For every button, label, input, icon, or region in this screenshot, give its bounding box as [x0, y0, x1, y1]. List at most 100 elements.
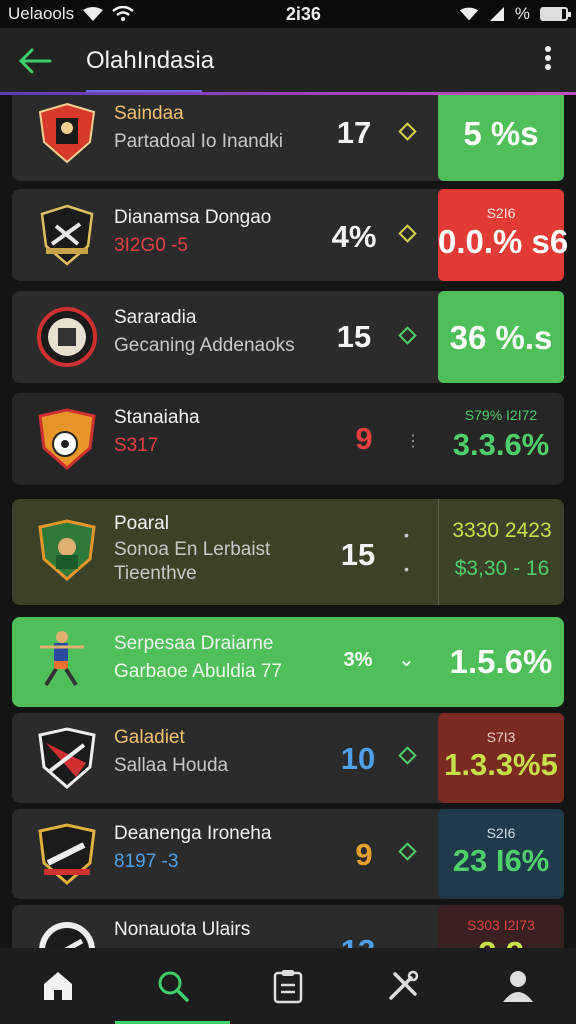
nav-search[interactable] — [115, 948, 231, 1024]
team-crest-icon — [40, 204, 94, 266]
team-crest-icon — [38, 408, 96, 470]
more-vert-icon — [545, 45, 551, 70]
team-name: Nonauota Ulairs — [114, 919, 251, 940]
list-item[interactable]: Stanaiaha S317 9 ⋮ S79% I2I72 3.3.6% — [12, 393, 564, 485]
team-name: Sararadia — [114, 307, 197, 328]
team-crest-icon — [38, 727, 96, 789]
back-button[interactable] — [0, 28, 70, 94]
match-list[interactable]: Saindaa Partadoal Io Inandki 17 5 %s Dia… — [0, 95, 576, 948]
team-subtitle: Sonoa En Lerbaist — [114, 539, 271, 560]
odds-value: 1.3.3%5 — [444, 747, 558, 782]
odds-badge[interactable]: S2I6 0.0.% s6 — [438, 189, 569, 281]
more-menu-button[interactable] — [520, 45, 576, 78]
nav-clipboard[interactable] — [230, 948, 345, 1024]
team-name: Stanaiaha — [114, 407, 200, 428]
odds-value: 0.0.% s6 — [438, 223, 569, 260]
list-item[interactable]: Dianamsa Dongao 3I2G0 -5 4% S2I6 0.0.% s… — [12, 189, 569, 281]
clipboard-icon — [273, 970, 303, 1004]
search-icon — [158, 971, 189, 1002]
drag-handle-icon: ⋮ — [405, 433, 421, 450]
odds-caption: S2I6 — [486, 205, 516, 221]
team-subtitle: 8197 -3 — [114, 851, 179, 872]
odds-caption: S7I3 — [486, 729, 516, 745]
odds-badge[interactable]: S303 I2I73 2.2 — [438, 905, 564, 948]
page-title: OlahIndasia — [86, 47, 215, 74]
score-value: 9 — [355, 421, 373, 456]
odds-value: 3.3.6% — [452, 427, 550, 462]
score-value: 15 — [336, 319, 372, 354]
battery-icon — [540, 7, 571, 21]
status-bar: Uelaools 2i36 % — [0, 0, 576, 28]
wifi-icon — [112, 6, 134, 21]
score-value: 4% — [331, 219, 377, 254]
team-subtitle: Gecaning Addenaoks — [114, 335, 295, 356]
diamond-icon — [398, 224, 417, 243]
signal-bars-icon — [489, 7, 504, 21]
nav-home[interactable] — [0, 948, 115, 1024]
list-item[interactable]: Galadiet Sallaa Houda 10 S7I3 1.3.3%5 — [12, 713, 564, 803]
team-crest-icon — [38, 102, 96, 164]
team-subtitle: Sallaa Houda — [114, 755, 229, 776]
bottom-nav — [0, 948, 576, 1024]
odds-caption: S79% I2I72 — [464, 407, 538, 423]
odds-value: 2.2 — [438, 935, 564, 948]
odds-badge[interactable]: 1.5.6% — [438, 617, 564, 707]
diamond-icon — [398, 122, 417, 141]
nav-tools[interactable] — [346, 948, 461, 1024]
score-value: 9 — [355, 837, 373, 872]
list-item[interactable]: Saindaa Partadoal Io Inandki 17 5 %s — [12, 95, 564, 181]
odds-badge[interactable]: S7I3 1.3.3%5 — [438, 713, 564, 803]
team-crest-icon — [38, 823, 96, 885]
odds-value: $3,30 - 16 — [454, 557, 550, 580]
team-name: Serpesaa Draiarne — [114, 633, 274, 654]
odds-value: 36 %.s — [449, 319, 553, 356]
diamond-icon — [398, 326, 417, 345]
battery-percent: % — [514, 4, 530, 23]
score-value: 17 — [336, 115, 372, 150]
team-subtitle-2: Tieenthve — [114, 563, 197, 584]
score-value: 13 — [328, 933, 388, 948]
list-item[interactable]: Nonauota Ulairs 13 S303 I2I73 2.2 — [12, 905, 564, 948]
app-bar: OlahIndasia — [0, 28, 576, 94]
list-item[interactable]: Serpesaa Draiarne Garbaoe Abuldia 77 3% … — [12, 617, 564, 707]
team-crest-icon — [39, 922, 95, 948]
home-icon — [43, 972, 72, 1000]
clock: 2i36 — [285, 3, 321, 24]
odds-caption: S2I6 — [486, 825, 516, 841]
odds-value: 23 I6% — [452, 843, 550, 878]
odds-badge[interactable]: S2I6 23 I6% — [438, 809, 564, 899]
team-crest-icon — [38, 519, 96, 581]
list-item[interactable]: Deanenga Ironeha 8197 -3 9 S2I6 23 I6% — [12, 809, 564, 899]
diamond-icon — [398, 746, 417, 765]
diamond-icon — [398, 842, 417, 861]
carrier-label: Uelaools — [8, 4, 75, 23]
team-subtitle: Garbaoe Abuldia 77 — [114, 661, 282, 682]
team-crest-icon — [37, 307, 97, 367]
player-icon — [40, 631, 84, 687]
odds-badge[interactable]: S79% I2I72 3.3.6% — [438, 393, 564, 485]
score-value: 3% — [343, 649, 373, 671]
score-value: 15 — [340, 537, 376, 572]
team-subtitle: Partadoal Io Inandki — [114, 131, 284, 152]
profile-icon — [503, 971, 534, 1002]
team-name: Galadiet — [114, 727, 185, 748]
tools-icon — [389, 970, 419, 1000]
odds-caption: S303 I2I73 — [467, 917, 535, 933]
team-name: Deanenga Ironeha — [114, 823, 272, 844]
chevron-down-icon[interactable]: ⌄ — [398, 647, 415, 672]
odds-badge[interactable]: 3330 2423 $3,30 - 16 — [438, 499, 564, 605]
team-name: Poaral — [114, 513, 169, 534]
list-item[interactable]: Poaral Sonoa En Lerbaist Tieenthve 15 • … — [12, 499, 564, 605]
list-item[interactable]: Sararadia Gecaning Addenaoks 15 36 %.s — [12, 291, 564, 383]
wifi-icon-right — [459, 7, 478, 21]
signal-icon — [83, 7, 104, 21]
nav-profile[interactable] — [461, 948, 576, 1024]
odds-badge[interactable]: 5 %s — [438, 95, 564, 181]
odds-badge[interactable]: 36 %.s — [438, 291, 564, 383]
team-name: Saindaa — [114, 103, 184, 124]
team-subtitle: S317 — [114, 435, 159, 456]
dot-icon: • — [404, 561, 409, 577]
dot-icon: • — [404, 527, 409, 543]
team-name: Dianamsa Dongao — [114, 207, 272, 228]
odds-value: 5 %s — [463, 115, 539, 152]
